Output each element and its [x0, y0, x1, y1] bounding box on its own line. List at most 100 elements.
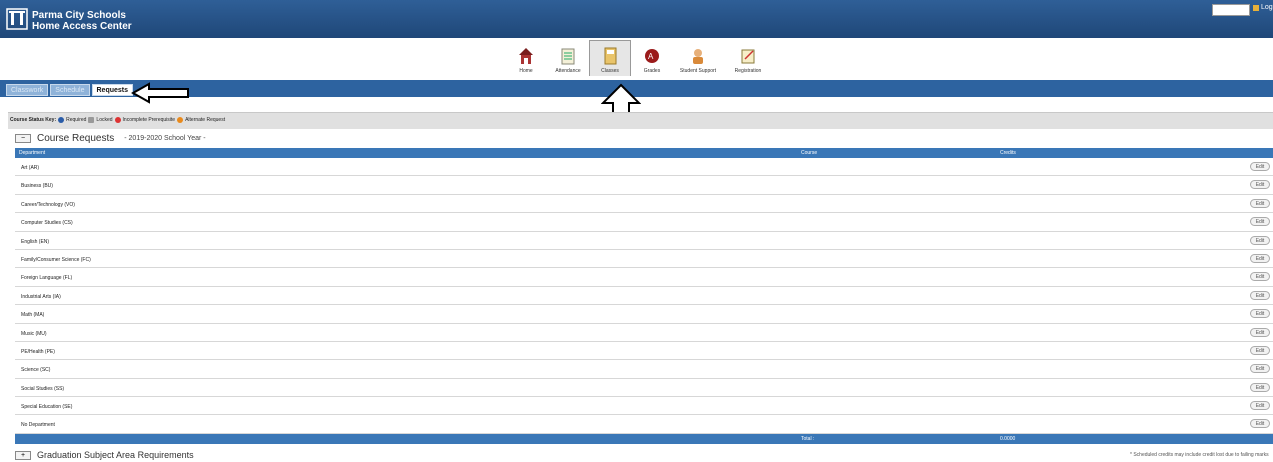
edit-button[interactable]: Edit — [1250, 419, 1270, 429]
table-row: Science (SC) Edit — [15, 360, 1273, 379]
tab-list: Classwork Schedule Requests — [6, 84, 134, 96]
edit-button[interactable]: Edit — [1250, 162, 1270, 171]
expand-button[interactable]: + — [15, 450, 31, 460]
table-row: Industrial Arts (IA) Edit — [15, 287, 1273, 306]
edit-button[interactable]: Edit — [1250, 272, 1270, 282]
nav-grades-label: Grades — [643, 68, 661, 74]
department-name: Social Studies (SS) — [21, 385, 65, 392]
table-header: Department Course Credits — [15, 148, 1273, 158]
student-support-icon — [693, 49, 703, 64]
edit-button[interactable]: Edit — [1250, 345, 1270, 355]
app-window: Parma City Schools Home Access Center Lo… — [0, 0, 1273, 462]
table-row: English (EN) Edit — [15, 232, 1273, 250]
credits-footnote: * Scheduled credits may include credit l… — [1130, 452, 1269, 458]
tab-requests[interactable]: Requests — [91, 84, 134, 96]
attendance-icon — [561, 48, 575, 65]
table-row: Career/Technology (VO) Edit — [15, 195, 1273, 214]
logoff-label: Log — [1261, 4, 1273, 11]
department-table: Art (AR) Edit Business (BU) Edit Career/Tech… — [15, 158, 1273, 434]
edit-button[interactable]: Edit — [1250, 235, 1270, 245]
school-logo-icon — [6, 8, 28, 30]
department-name: PE/Health (PE) — [21, 348, 55, 355]
search-input[interactable] — [1212, 4, 1250, 16]
edit-button[interactable]: Edit — [1250, 401, 1270, 411]
department-name: Family/Consumer Science (FC) — [21, 256, 91, 263]
alternate-icon — [177, 117, 184, 123]
table-row: Computer Studies (CS) Edit — [15, 213, 1273, 232]
svg-text:A: A — [648, 52, 654, 61]
status-incomplete: Incomplete Prerequisite — [122, 117, 176, 123]
total-value: 0.0000 — [1000, 436, 1016, 442]
left-arrow-annotation-icon — [131, 82, 189, 104]
course-requests-header: − Course Requests - 2019-2020 School Yea… — [15, 133, 206, 144]
school-name-line1: Parma City Schools — [32, 10, 126, 21]
department-name: No Department — [21, 422, 55, 429]
department-name: Art (AR) — [21, 165, 40, 171]
edit-button[interactable]: Edit — [1250, 327, 1270, 337]
col-course: Course — [801, 150, 818, 156]
nav-attendance[interactable]: Attendance — [547, 40, 589, 76]
table-row: Special Education (SE) Edit — [15, 397, 1273, 416]
table-row: Family/Consumer Science (FC) Edit — [15, 250, 1273, 269]
status-key: Course Status Key: Required Locked Incom… — [10, 117, 225, 123]
incomplete-icon — [114, 117, 121, 123]
home-icon — [519, 48, 533, 64]
required-icon — [58, 117, 65, 123]
status-key-label: Course Status Key: — [10, 117, 57, 123]
school-name-line2: Home Access Center — [32, 21, 132, 32]
registration-icon — [741, 49, 755, 64]
table-row: Foreign Language (FL) Edit — [15, 268, 1273, 287]
main-nav: Home Attendance Classes A Grades Student… — [505, 40, 773, 78]
collapse-button[interactable]: − — [15, 134, 31, 143]
edit-button[interactable]: Edit — [1250, 364, 1270, 374]
edit-button[interactable]: Edit — [1250, 290, 1270, 300]
department-name: English (EN) — [21, 238, 50, 245]
graduation-title: Graduation Subject Area Requirements — [37, 450, 194, 460]
department-name: Music (MU) — [21, 330, 47, 337]
nav-grades[interactable]: A Grades — [631, 40, 673, 76]
nav-classes-label: Classes — [601, 68, 619, 74]
nav-registration[interactable]: Registration — [723, 40, 773, 76]
table-row: PE/Health (PE) Edit — [15, 342, 1273, 361]
col-credits: Credits — [1000, 150, 1016, 156]
table-row: Music (MU) Edit — [15, 324, 1273, 342]
lock-icon — [1253, 4, 1259, 11]
edit-button[interactable]: Edit — [1250, 198, 1270, 208]
table-row: Social Studies (SS) Edit — [15, 379, 1273, 398]
nav-home-label: Home — [519, 68, 533, 74]
tab-classwork[interactable]: Classwork — [6, 84, 49, 96]
department-name: Math (MA) — [21, 312, 45, 319]
department-name: Business (BU) — [21, 183, 53, 190]
nav-classes[interactable]: Classes — [589, 40, 631, 76]
edit-button[interactable]: Edit — [1250, 253, 1270, 263]
edit-button[interactable]: Edit — [1250, 309, 1270, 319]
tab-schedule[interactable]: Schedule — [50, 84, 90, 96]
nav-attendance-label: Attendance — [555, 68, 581, 74]
total-label: Total : — [801, 436, 815, 442]
header-bar: Parma City Schools Home Access Center Lo… — [0, 0, 1273, 38]
classes-icon — [604, 47, 617, 65]
school-year: - 2019-2020 School Year - — [124, 135, 206, 142]
school-name: Parma City Schools Home Access Center — [32, 10, 132, 32]
grades-icon: A — [645, 49, 659, 63]
nav-student-support-label: Student Support — [679, 68, 717, 74]
table-row: Art (AR) Edit — [15, 158, 1273, 177]
edit-button[interactable]: Edit — [1250, 180, 1270, 190]
col-department: Department — [19, 150, 46, 156]
edit-button[interactable]: Edit — [1250, 382, 1270, 392]
locked-icon — [88, 117, 95, 123]
department-name: Foreign Language (FL) — [21, 275, 73, 282]
table-row: Business (BU) Edit — [15, 176, 1273, 195]
nav-home[interactable]: Home — [505, 40, 547, 76]
course-requests-title: Course Requests — [37, 133, 115, 144]
department-name: Industrial Arts (IA) — [21, 293, 61, 300]
department-name: Computer Studies (CS) — [21, 220, 73, 227]
department-name: Career/Technology (VO) — [21, 201, 75, 208]
department-name: Special Education (SE) — [21, 404, 73, 411]
graduation-header: + Graduation Subject Area Requirements — [15, 450, 194, 460]
table-row: No Department Edit — [15, 415, 1273, 434]
edit-button[interactable]: Edit — [1250, 217, 1270, 227]
status-locked: Locked — [96, 117, 113, 123]
logoff-link[interactable]: Log — [1253, 4, 1273, 11]
nav-student-support[interactable]: Student Support — [673, 40, 723, 76]
